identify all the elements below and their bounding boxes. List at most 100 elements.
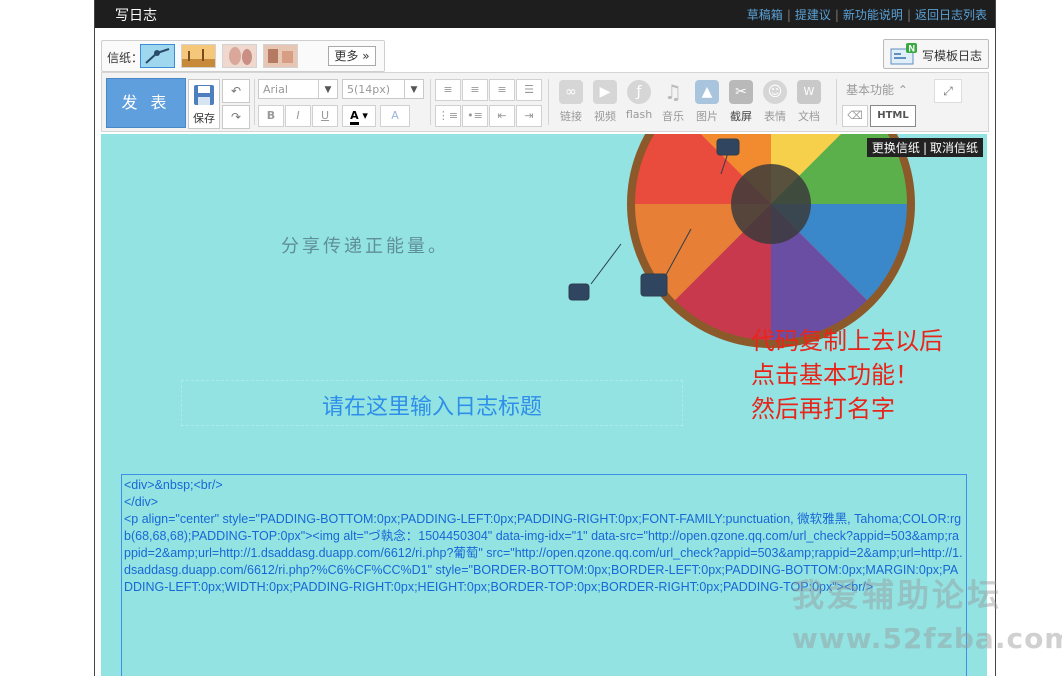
html-mode-button[interactable]: HTML	[870, 105, 916, 127]
ordered-list-button[interactable]: ⋮≡	[435, 105, 461, 127]
paper-label: 信纸：	[107, 51, 144, 65]
italic-button[interactable]: I	[285, 105, 311, 127]
code-line: <div>&nbsp;<br/>	[124, 478, 223, 492]
insert-link-button[interactable]: ∞ 链接	[554, 80, 588, 124]
font-family-value: Arial	[263, 83, 288, 96]
word-document-icon: W	[797, 80, 821, 104]
screenshot-scissors-icon: ✂	[729, 80, 753, 104]
toolbar-divider	[430, 79, 431, 125]
insert-emoticon-label: 表情	[764, 110, 786, 123]
page-title: 写日志	[115, 8, 157, 24]
new-features-link[interactable]: 新功能说明	[843, 8, 903, 22]
cancel-paper-link[interactable]: 取消信纸	[930, 141, 978, 155]
save-label: 保存	[193, 112, 215, 125]
dropdown-arrow-icon: ▼	[404, 80, 423, 98]
watermark-url: www.52fzba.com	[792, 622, 1062, 655]
eraser-icon: ⌫	[847, 109, 863, 122]
font-family-select[interactable]: Arial ▼	[258, 79, 338, 99]
diary-title-field[interactable]: 请在这里输入日志标题	[181, 380, 683, 426]
red-annotation: 代码复制上去以后 点击基本功能！ 然后再打名字	[751, 324, 943, 426]
video-icon: ▶	[593, 80, 617, 104]
insert-flash-label: flash	[625, 108, 653, 121]
align-justify-button[interactable]: ☰	[516, 79, 542, 101]
redo-button[interactable]: ↷	[222, 105, 250, 129]
more-papers-button[interactable]: 更多 »	[328, 46, 376, 66]
paper-thumb-3[interactable]	[222, 44, 257, 68]
align-right-icon: ≡	[497, 83, 507, 96]
outdent-icon: ⇤	[497, 109, 507, 122]
insert-flash-button[interactable]: ƒ flash	[622, 80, 656, 121]
code-line: </div>	[124, 495, 159, 509]
header-bar: 写日志 草稿箱 | 提建议 | 新功能说明 | 返回日志列表	[95, 0, 995, 28]
back-to-list-link[interactable]: 返回日志列表	[915, 8, 987, 22]
insert-link-label: 链接	[560, 110, 582, 123]
insert-emoticon-button[interactable]: ☺ 表情	[758, 80, 792, 124]
font-color-button[interactable]: A ▾	[342, 105, 376, 127]
template-board-icon: N	[890, 43, 917, 65]
redo-icon: ↷	[230, 110, 242, 124]
watermark-title: 我爱辅助论坛	[792, 576, 1003, 614]
highlight-button[interactable]: A	[380, 105, 410, 127]
paper-selector: 信纸： 更多 »	[101, 40, 385, 72]
indent-icon: ⇥	[524, 109, 534, 122]
music-note-icon: ♫	[664, 80, 682, 104]
insert-document-label: 文档	[798, 110, 820, 123]
font-size-select[interactable]: 5(14px) ▼	[342, 79, 424, 99]
screenshot-button[interactable]: ✂ 截屏	[724, 80, 758, 124]
paper-slogan: 分享传递正能量。	[281, 236, 449, 257]
outdent-button[interactable]: ⇤	[489, 105, 515, 127]
change-paper-link[interactable]: 更换信纸	[872, 141, 920, 155]
paper-thumb-2[interactable]	[181, 44, 216, 68]
save-button[interactable]: 保存	[188, 79, 220, 129]
insert-music-label: 音乐	[662, 110, 684, 123]
editor-toolbar: 发 表 保存 ↶ ↷ Arial ▼ 5(14px) ▼ B I U A ▾ A	[101, 72, 989, 132]
underline-button[interactable]: U	[312, 105, 338, 127]
dropdown-arrow-icon: ▼	[318, 80, 337, 98]
align-center-button[interactable]: ≡	[462, 79, 488, 101]
insert-music-button[interactable]: ♫ 音乐	[656, 80, 690, 124]
floppy-disk-icon	[194, 85, 214, 105]
insert-document-button[interactable]: W 文档	[792, 80, 826, 124]
indent-button[interactable]: ⇥	[516, 105, 542, 127]
bullet-list-button[interactable]: •≡	[462, 105, 488, 127]
bullet-list-icon: •≡	[467, 109, 483, 122]
smiley-icon: ☺	[763, 80, 787, 104]
undo-icon: ↶	[230, 84, 242, 98]
svg-text:N: N	[909, 44, 916, 54]
paper-thumb-1[interactable]	[140, 44, 175, 68]
diary-title-placeholder: 请在这里输入日志标题	[321, 395, 542, 420]
insert-image-button[interactable]: ▲ 图片	[690, 80, 724, 124]
font-size-value: 5(14px)	[347, 83, 391, 96]
publish-button[interactable]: 发 表	[106, 78, 186, 128]
carousel-illustration	[481, 134, 961, 354]
insert-image-label: 图片	[696, 110, 718, 123]
ordered-list-icon: ⋮≡	[437, 109, 459, 122]
annotation-line: 代码复制上去以后	[751, 327, 943, 355]
fullscreen-button[interactable]: ⤢	[934, 79, 962, 103]
basic-functions-toggle[interactable]: 基本功能 ⌃	[846, 81, 908, 98]
align-left-button[interactable]: ≡	[435, 79, 461, 101]
bold-button[interactable]: B	[258, 105, 284, 127]
eraser-button[interactable]: ⌫	[842, 105, 868, 127]
undo-button[interactable]: ↶	[222, 79, 250, 103]
screenshot-label: 截屏	[730, 110, 752, 123]
toolbar-divider	[254, 79, 255, 125]
chevron-down-icon: »	[362, 49, 370, 63]
drafts-link[interactable]: 草稿箱	[747, 8, 783, 22]
template-diary-label: 写模板日志	[922, 49, 983, 63]
align-center-icon: ≡	[470, 83, 480, 96]
annotation-line: 点击基本功能！	[751, 361, 919, 389]
insert-video-button[interactable]: ▶ 视频	[588, 80, 622, 124]
image-icon: ▲	[695, 80, 719, 104]
site-watermark: 我爱辅助论坛 www.52fzba.com	[792, 570, 1062, 655]
paper-thumb-4[interactable]	[263, 44, 298, 68]
align-justify-icon: ☰	[524, 83, 534, 96]
template-diary-button[interactable]: N 写模板日志	[883, 39, 989, 69]
suggest-link[interactable]: 提建议	[795, 8, 831, 22]
align-right-button[interactable]: ≡	[489, 79, 515, 101]
toolbar-divider	[836, 79, 837, 125]
expand-icon: ⤢	[943, 84, 953, 98]
more-papers-label: 更多	[334, 49, 359, 63]
paper-actions: 更换信纸 | 取消信纸	[866, 138, 983, 157]
link-icon: ∞	[559, 80, 583, 104]
